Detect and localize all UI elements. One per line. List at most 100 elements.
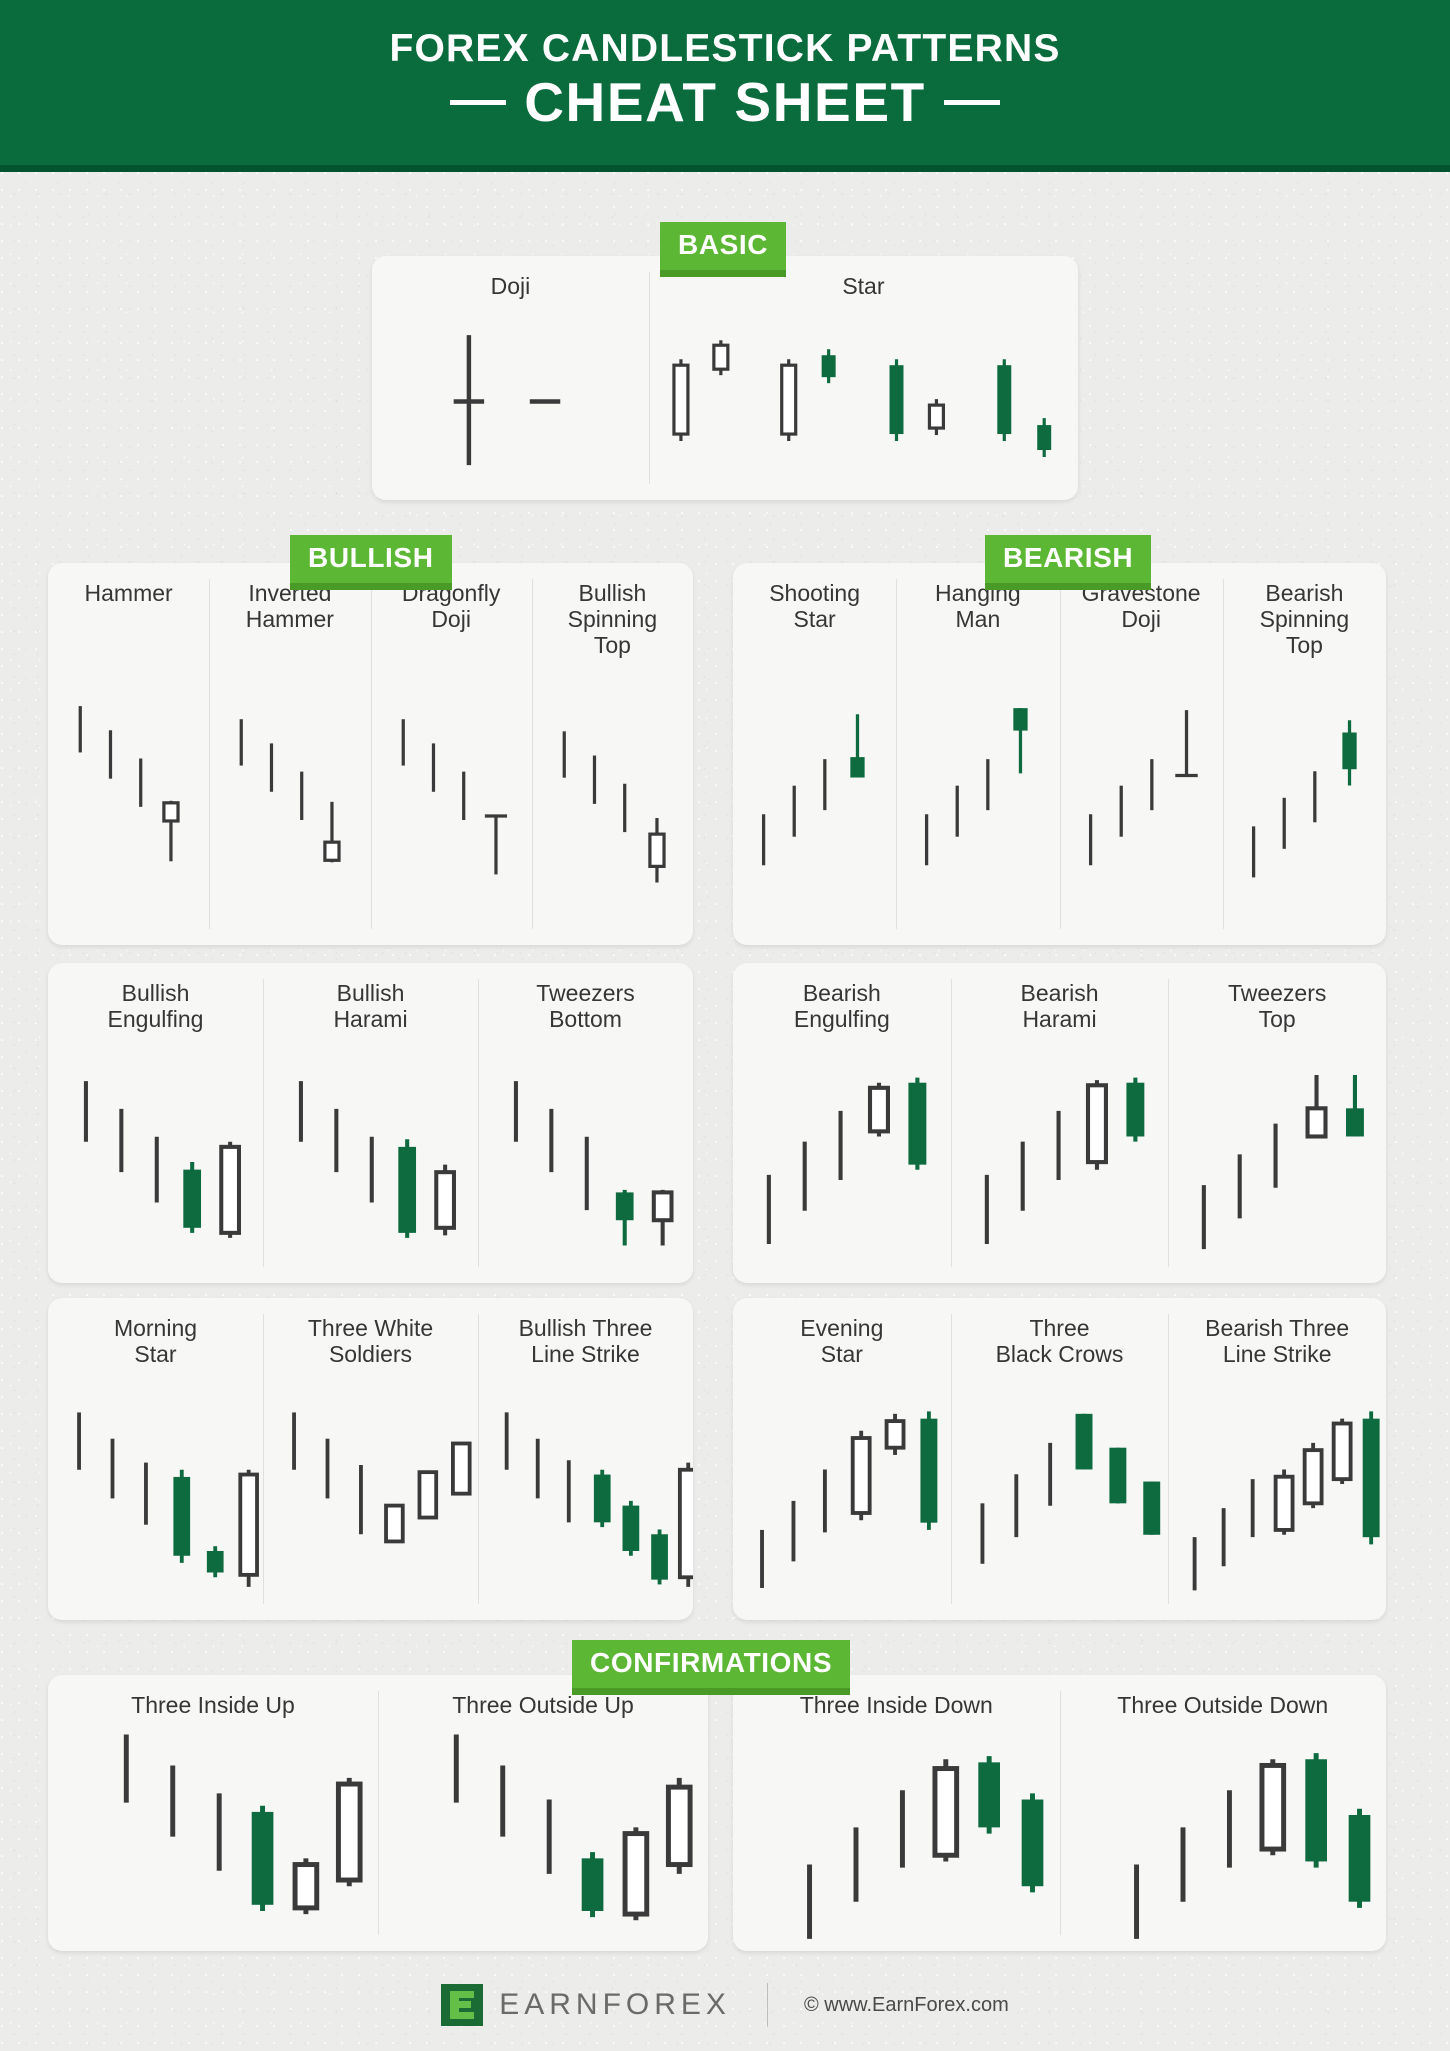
- badge-bearish: BEARISH: [985, 535, 1152, 590]
- candlestick-candle: [593, 1469, 611, 1527]
- pattern-cell: Three Inside Down: [733, 1675, 1060, 1951]
- candlestick-candle: [1258, 1759, 1286, 1856]
- candlestick-chart: [1251, 720, 1357, 878]
- candlestick-chart: [1088, 709, 1198, 865]
- candlestick-candle: [1075, 1413, 1093, 1469]
- candlestick-chart: [984, 1077, 1145, 1244]
- pattern-label: Bearish Spinning Top: [1259, 580, 1350, 658]
- rule-left-decoration: [450, 100, 507, 106]
- pattern-cell: Bearish Engulfing: [733, 963, 951, 1283]
- candlestick-candle: [932, 1759, 960, 1862]
- pattern-label: Bullish Harami: [333, 980, 408, 1032]
- card-confirmations-left: Three Inside Up Three Outside Up: [48, 1675, 708, 1951]
- candlestick-candle: [206, 1545, 224, 1577]
- candlestick-candle: [1305, 1074, 1328, 1139]
- candlestick-candle: [665, 1777, 693, 1874]
- pattern-label: Star: [842, 273, 885, 299]
- pattern-cell: Inverted Hammer: [209, 563, 370, 945]
- card-bearish-row1: Shooting Star Hanging Man Gravestone Doji B…: [733, 563, 1386, 945]
- candlestick-candle: [451, 1441, 472, 1496]
- candlestick-chart: [766, 1077, 927, 1244]
- pattern-cell: Tweezers Bottom: [478, 963, 693, 1283]
- pattern-label: Three Outside Down: [1117, 1692, 1329, 1718]
- candlestick-candle: [997, 358, 1012, 441]
- pattern-label: Three Black Crows: [995, 1315, 1124, 1367]
- candlestick-candle: [292, 1858, 320, 1914]
- candlestick-candle: [867, 1082, 890, 1136]
- page-footer: EARNFOREX © www.EarnForex.com: [0, 1983, 1450, 2027]
- card-basic: Doji Star: [372, 256, 1078, 500]
- pattern-cell: Bearish Harami: [950, 963, 1169, 1283]
- candlestick-chart: [83, 1080, 241, 1238]
- candlestick-chart: [513, 1080, 674, 1246]
- candlestick-candle: [1037, 417, 1052, 457]
- candlestick-candle: [1126, 1077, 1145, 1142]
- candlestick-chart: [672, 339, 1052, 457]
- pattern-label: Bullish Engulfing: [107, 980, 204, 1032]
- card-bullish-row3: Morning Star Three White Soldiers Bullish …: [48, 1298, 693, 1620]
- candlestick-chart: [760, 1410, 938, 1588]
- candlestick-candle: [850, 713, 865, 778]
- candlestick-candle: [908, 1077, 927, 1170]
- candlestick-candle: [651, 1528, 668, 1584]
- candlestick-candle: [323, 801, 341, 862]
- pattern-label: Hammer: [84, 580, 173, 606]
- candlestick-candle: [1142, 1481, 1160, 1535]
- candlestick-candle: [183, 1161, 202, 1233]
- candlestick-candle: [219, 1141, 241, 1238]
- pattern-label: Morning Star: [113, 1315, 198, 1367]
- candlestick-candle: [335, 1777, 363, 1886]
- candlestick-candle: [1346, 1074, 1365, 1136]
- pattern-label: Three Inside Up: [131, 1692, 295, 1718]
- candlestick-chart: [807, 1755, 1044, 1939]
- candlestick-candle: [1085, 1079, 1108, 1170]
- card-bearish-row2: Bearish Engulfing Bearish Harami Tweezers …: [733, 963, 1386, 1283]
- card-bearish-row3: Evening Star Three Black Crows Bearish Thr…: [733, 1298, 1386, 1620]
- candlestick-chart: [77, 1411, 259, 1587]
- pattern-cell: Hanging Man: [896, 563, 1059, 945]
- page-header: FOREX CANDLESTICK PATTERNS CHEAT SHEET: [0, 0, 1450, 172]
- candlestick-candle: [672, 358, 690, 441]
- badge-confirmations: CONFIRMATIONS: [572, 1640, 851, 1695]
- candlestick-candle: [384, 1503, 405, 1543]
- pattern-cell: Bearish Spinning Top: [1222, 563, 1386, 945]
- candlestick-candle: [884, 1413, 906, 1455]
- candlestick-chart: [1193, 1410, 1380, 1590]
- badge-bullish: BULLISH: [290, 535, 452, 590]
- pattern-label: Bullish Three Line Strike: [518, 1315, 653, 1367]
- candlestick-candle: [1303, 1442, 1324, 1508]
- candlestick-candle: [651, 1189, 674, 1246]
- pattern-cell: Evening Star: [733, 1298, 951, 1620]
- candlestick-candle: [1304, 1752, 1327, 1868]
- pattern-cell: Doji: [372, 256, 649, 500]
- candlestick-doji-dragonfly: [484, 813, 507, 874]
- candlestick-chart: [504, 1411, 693, 1587]
- logo-wordmark: EARNFOREX: [499, 1988, 731, 2021]
- candlestick-candle: [850, 1430, 872, 1520]
- card-bullish-row2: Bullish Engulfing Bullish Harami Tweezers …: [48, 963, 693, 1283]
- pattern-label: Three Inside Down: [799, 1692, 993, 1718]
- candlestick-candle: [622, 1827, 650, 1921]
- pattern-label: Shooting Star: [769, 580, 861, 632]
- pattern-cell: Gravestone Doji: [1059, 563, 1223, 945]
- candlestick-doji-gravestone: [1174, 709, 1198, 777]
- card-bullish-row1: Hammer Inverted Hammer Dragonfly Doji Bulli…: [48, 563, 693, 945]
- pattern-cell: Star: [648, 256, 1078, 500]
- pattern-cell: Three Black Crows: [950, 1298, 1169, 1620]
- pattern-cell: Three White Soldiers: [263, 1298, 478, 1620]
- candlestick-candle: [712, 339, 730, 375]
- footer-divider: [766, 1983, 768, 2027]
- candlestick-candle: [927, 398, 945, 435]
- candlestick-candle: [434, 1164, 456, 1235]
- pattern-cell: Three Inside Up: [48, 1675, 378, 1951]
- candlestick-doji-cross: [453, 334, 485, 465]
- candlestick-chart: [239, 718, 341, 862]
- pattern-label: Bearish Three Line Strike: [1205, 1315, 1350, 1367]
- pattern-cell: Bullish Spinning Top: [531, 563, 693, 945]
- pattern-cell: Bullish Harami: [263, 963, 478, 1283]
- candlestick-candle: [1109, 1447, 1127, 1503]
- candlestick-candle: [889, 358, 904, 441]
- page-subtitle: CHEAT SHEET: [524, 71, 926, 134]
- pattern-label: Tweezers Bottom: [536, 980, 635, 1032]
- pattern-label: Three Outside Up: [452, 1692, 634, 1718]
